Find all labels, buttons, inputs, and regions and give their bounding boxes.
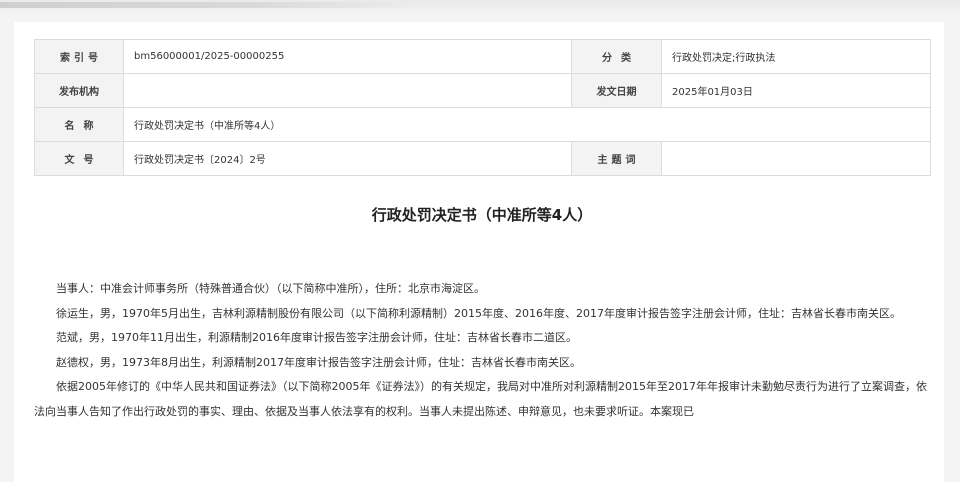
index-number-value: bm56000001/2025-00000255 xyxy=(123,39,572,74)
publisher-value xyxy=(123,73,572,108)
paragraph-party-zhao: 赵德权，男，1973年8月出生，利源精制2017年度审计报告签字注册会计师，住址… xyxy=(56,355,581,369)
metadata-row-index: 索引号 bm56000001/2025-00000255 分类 行政处罚决定;行… xyxy=(34,39,931,74)
top-decorative-band xyxy=(0,0,960,16)
publisher-label: 发布机构 xyxy=(34,73,124,108)
metadata-row-publisher: 发布机构 发文日期 2025年01月03日 xyxy=(34,73,931,108)
category-label: 分类 xyxy=(571,39,662,74)
document-number-value: 行政处罚决定书〔2024〕2号 xyxy=(123,141,572,176)
paragraph-party-fan: 范斌，男，1970年11月出生，利源精制2016年度审计报告签字注册会计师，住址… xyxy=(56,331,577,345)
document-metadata-table: 索引号 bm56000001/2025-00000255 分类 行政处罚决定;行… xyxy=(34,39,931,176)
document-number-label: 文号 xyxy=(34,141,124,176)
name-label: 名称 xyxy=(34,107,124,142)
issue-date-value: 2025年01月03日 xyxy=(661,73,931,108)
document-body: 当事人：中准会计师事务所（特殊普通合伙）（以下简称中准所），住所：北京市海淀区。… xyxy=(34,277,927,425)
issue-date-label: 发文日期 xyxy=(571,73,662,108)
name-value: 行政处罚决定书（中准所等4人） xyxy=(123,107,931,142)
content-panel: 索引号 bm56000001/2025-00000255 分类 行政处罚决定;行… xyxy=(14,22,944,482)
paragraph-basis: 依据2005年修订的《中华人民共和国证券法》（以下简称2005年《证券法》）的有… xyxy=(34,380,927,418)
decorative-brush-stroke xyxy=(0,2,420,8)
document-title: 行政处罚决定书（中准所等4人） xyxy=(371,206,593,224)
metadata-row-docno: 文号 行政处罚决定书〔2024〕2号 主题词 xyxy=(34,141,931,176)
metadata-row-name: 名称 行政处罚决定书（中准所等4人） xyxy=(34,107,931,142)
index-number-label: 索引号 xyxy=(34,39,124,74)
paragraph-party-xu: 徐运生，男，1970年5月出生，吉林利源精制股份有限公司（以下简称利源精制）20… xyxy=(56,306,901,320)
paragraph-party-firm: 当事人：中准会计师事务所（特殊普通合伙）（以下简称中准所），住所：北京市海淀区。 xyxy=(56,282,485,295)
subject-terms-value xyxy=(661,141,931,176)
subject-terms-label: 主题词 xyxy=(571,141,662,176)
category-value: 行政处罚决定;行政执法 xyxy=(661,39,931,74)
